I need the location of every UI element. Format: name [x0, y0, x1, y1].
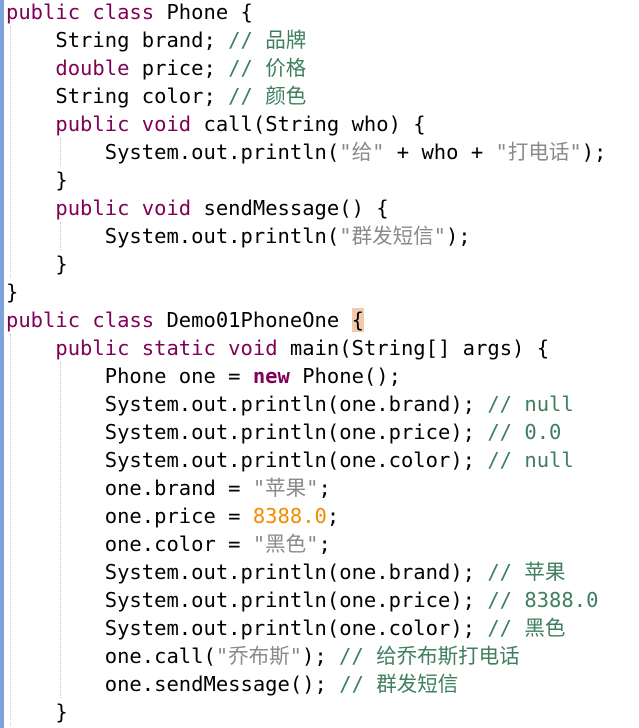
token-kw: double [55, 56, 130, 80]
token-text: } [6, 168, 68, 192]
token-strcn: "黑色" [252, 532, 319, 556]
token-strcn: "苹果" [252, 476, 319, 500]
code-line[interactable]: System.out.println(one.brand); // 苹果 [6, 558, 566, 586]
code-line[interactable]: System.out.println(one.price); // 0.0 [6, 418, 562, 446]
token-text: String color; [6, 84, 229, 108]
token-strcn: "群发短信" [339, 224, 446, 248]
token-strcn: "乔布斯" [215, 644, 303, 668]
code-line[interactable]: one.price = 8388.0; [6, 502, 340, 530]
token-cm: // 价格 [228, 56, 307, 80]
token-kw: public class [6, 0, 155, 24]
token-kw: new [252, 364, 290, 388]
token-cm: // 群发短信 [339, 672, 459, 696]
code-line[interactable]: one.sendMessage(); // 群发短信 [6, 670, 459, 698]
token-text: one.call( [6, 644, 216, 668]
editor-gutter [0, 0, 4, 728]
token-cm: // 颜色 [228, 84, 307, 108]
token-cm: // null [487, 392, 574, 416]
token-kw: public void [55, 196, 192, 220]
token-text: main(String[] args) { [277, 336, 550, 360]
token-num: 8388.0 [252, 504, 327, 528]
token-text: one.sendMessage(); [6, 672, 340, 696]
token-text: one.price = [6, 504, 253, 528]
token-kw: public class [6, 308, 155, 332]
token-text: } [6, 280, 19, 304]
code-line[interactable]: public static void main(String[] args) { [6, 334, 549, 362]
code-line[interactable]: System.out.println("给" + who + "打电话"); [6, 138, 607, 166]
code-line[interactable]: System.out.println(one.price); // 8388.0 [6, 586, 599, 614]
token-text: ); [302, 644, 340, 668]
token-text: Phone { [154, 0, 253, 24]
code-editor[interactable]: public class Phone { String brand; // 品牌… [0, 0, 639, 728]
code-line[interactable]: } [6, 698, 68, 726]
token-strcn: "给" [339, 140, 385, 164]
token-text: price; [129, 56, 229, 80]
token-kw: public static void [55, 336, 278, 360]
token-text: Phone(); [289, 364, 401, 388]
code-line[interactable]: } [6, 278, 18, 306]
token-cm: // 品牌 [228, 28, 307, 52]
token-cm: // 苹果 [487, 560, 566, 584]
token-cm: // null [487, 448, 574, 472]
code-line[interactable]: String color; // 颜色 [6, 82, 306, 110]
code-line[interactable]: one.color = "黑色"; [6, 530, 331, 558]
token-text: ; [326, 504, 340, 528]
token-text: System.out.println( [6, 140, 340, 164]
token-cm: // 0.0 [487, 420, 562, 444]
code-line[interactable]: public class Phone { [6, 0, 253, 26]
token-text: Phone one = [6, 364, 253, 388]
code-line[interactable]: Phone one = new Phone(); [6, 362, 401, 390]
token-text: String brand; [6, 28, 229, 52]
token-text: System.out.println(one.price); [6, 420, 488, 444]
code-line[interactable]: System.out.println(one.color); // null [6, 446, 574, 474]
code-line[interactable]: } [6, 250, 68, 278]
code-line[interactable]: System.out.println(one.brand); // null [6, 390, 574, 418]
code-line[interactable]: String brand; // 品牌 [6, 26, 306, 54]
token-text: one.color = [6, 532, 253, 556]
code-line[interactable]: System.out.println(one.color); // 黑色 [6, 614, 566, 642]
token-cm: // 黑色 [487, 616, 566, 640]
token-text: ; [318, 476, 331, 500]
token-text: Demo01PhoneOne [154, 308, 352, 332]
token-text: sendMessage() { [191, 196, 389, 220]
token-text: ; [318, 532, 331, 556]
token-cm: // 给乔布斯打电话 [339, 644, 520, 668]
token-text: } [6, 252, 68, 276]
code-line[interactable]: } [6, 166, 68, 194]
code-line[interactable]: public class Demo01PhoneOne { [6, 306, 364, 334]
token-text: System.out.println(one.color); [6, 448, 488, 472]
token-cm: // 8388.0 [487, 588, 599, 612]
code-line[interactable]: one.call("乔布斯"); // 给乔布斯打电话 [6, 642, 520, 670]
token-text: call(String who) { [191, 112, 426, 136]
token-text: System.out.println(one.price); [6, 588, 488, 612]
code-line[interactable]: public void sendMessage() { [6, 194, 389, 222]
code-line[interactable]: public void call(String who) { [6, 110, 426, 138]
token-text: ); [445, 224, 471, 248]
token-text: one.brand = [6, 476, 253, 500]
code-line[interactable]: one.brand = "苹果"; [6, 474, 331, 502]
token-text: } [6, 700, 68, 724]
code-line[interactable]: System.out.println("群发短信"); [6, 222, 471, 250]
token-strcn: "打电话" [495, 140, 582, 164]
token-text: System.out.println( [6, 224, 340, 248]
token-text: System.out.println(one.color); [6, 616, 488, 640]
token-text: System.out.println(one.brand); [6, 560, 488, 584]
code-line[interactable]: double price; // 价格 [6, 54, 306, 82]
token-text: + who + [384, 140, 496, 164]
token-kw: public void [55, 112, 192, 136]
token-text: ); [581, 140, 607, 164]
token-bracematch: { [351, 308, 364, 332]
token-text: System.out.println(one.brand); [6, 392, 488, 416]
